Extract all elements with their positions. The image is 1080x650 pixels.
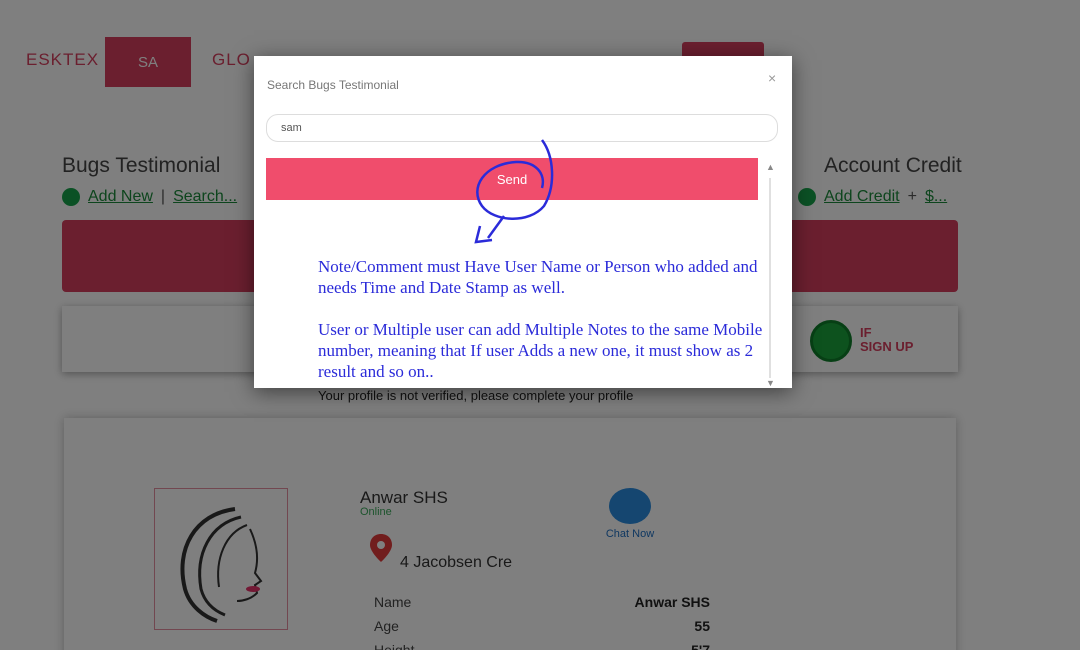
- search-input[interactable]: [266, 114, 778, 142]
- annotation-notes: Note/Comment must Have User Name or Pers…: [318, 256, 788, 388]
- annotation-note-1: Note/Comment must Have User Name or Pers…: [318, 257, 758, 297]
- close-icon[interactable]: ×: [768, 70, 776, 86]
- send-button[interactable]: Send: [266, 158, 758, 200]
- search-modal: Search Bugs Testimonial × Send ▲ ▼ Note/…: [254, 56, 792, 388]
- scroll-up-icon[interactable]: ▲: [766, 162, 775, 172]
- annotation-note-2: User or Multiple user can add Multiple N…: [318, 320, 763, 381]
- modal-title: Search Bugs Testimonial: [267, 78, 399, 92]
